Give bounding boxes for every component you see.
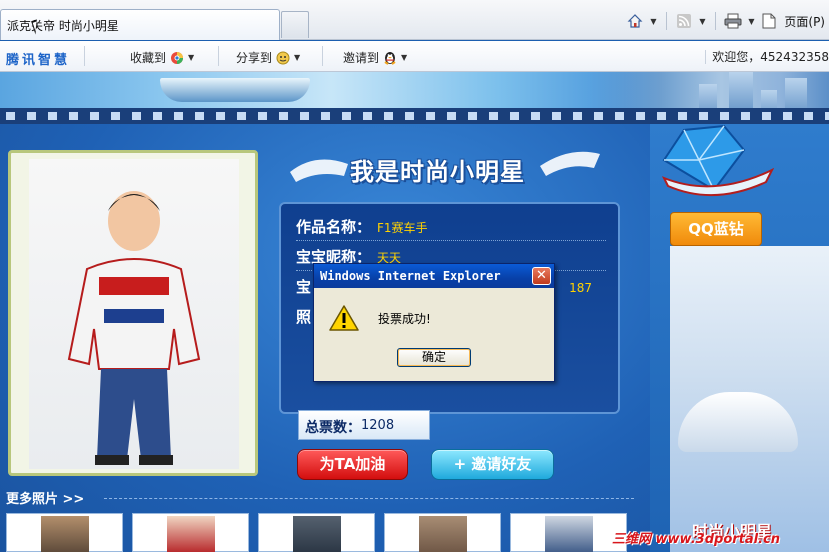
browser-tab-bar: 派克关帝 时尚小明星 ▼ ▼ ▼ 页面(P) xyxy=(0,0,829,40)
dialog-title-bar[interactable]: Windows Internet Explorer ✕ xyxy=(314,264,554,288)
invite-dropdown-icon: ▼ xyxy=(401,53,408,62)
page-icon[interactable] xyxy=(760,12,778,30)
share-to-label: 分享到 xyxy=(236,51,273,65)
blue-diamond-icon xyxy=(661,124,774,197)
invite-friends-button[interactable]: + 邀请好友 xyxy=(431,449,554,480)
home-icon[interactable] xyxy=(626,12,644,30)
section-title: 我是时尚小明星 xyxy=(350,158,525,186)
page-menu-button[interactable]: 页面(P) xyxy=(784,13,825,30)
dialog-title: Windows Internet Explorer xyxy=(320,269,501,283)
welcome-user-text: 欢迎您，452432358 xyxy=(705,50,829,64)
thumbnail-image xyxy=(293,516,341,552)
child-photo[interactable] xyxy=(29,159,239,469)
feeds-icon[interactable] xyxy=(675,12,693,30)
thumbnail-image xyxy=(419,516,467,552)
share-to-button[interactable]: 分享到 ▼ xyxy=(236,49,300,66)
share-service-icon xyxy=(276,51,290,64)
more-photos-divider xyxy=(104,498,634,499)
vote-button[interactable]: 为TA加油 xyxy=(297,449,408,480)
dialog-message: 投票成功! xyxy=(378,312,431,326)
more-photos-link[interactable]: 更多照片 >> xyxy=(6,488,84,507)
thumbnail-image xyxy=(167,516,215,552)
qq-brand-logo[interactable]: 腾讯智慧 xyxy=(6,49,70,68)
collect-dropdown-icon: ▼ xyxy=(188,53,195,62)
new-tab-button[interactable] xyxy=(281,11,309,38)
info-row-3-label: 宝 xyxy=(296,278,312,296)
collect-to-label: 收藏到 xyxy=(130,51,167,65)
child-figure-image xyxy=(67,191,201,465)
command-separator xyxy=(715,12,717,30)
collect-to-button[interactable]: 收藏到 ▼ xyxy=(130,49,194,66)
tab-title: 派克关帝 时尚小明星 xyxy=(7,19,119,33)
photo-thumbnail[interactable] xyxy=(132,513,249,552)
total-votes-value: 1208 xyxy=(361,418,395,433)
boat-image xyxy=(160,78,310,102)
qq-toolbar: 腾讯智慧 收藏到 ▼ 分享到 ▼ 邀请到 ▼ 欢迎您，452432358 xyxy=(0,41,829,72)
invite-to-button[interactable]: 邀请到 ▼ xyxy=(343,49,407,66)
info-row-4-label: 照 xyxy=(296,308,312,326)
work-name-row: 作品名称： F1赛车手 xyxy=(296,216,606,241)
dialog-close-button[interactable]: ✕ xyxy=(532,267,551,285)
home-dropdown-icon[interactable]: ▼ xyxy=(648,17,658,26)
warning-icon xyxy=(329,305,359,331)
qq-penguin-icon xyxy=(384,52,396,65)
photo-thumbnail[interactable] xyxy=(6,513,123,552)
collect-service-icon xyxy=(171,51,184,64)
toolbar-separator xyxy=(218,46,219,66)
dialog-ok-button[interactable]: 确定 xyxy=(397,348,471,367)
thumbnail-image xyxy=(545,516,593,552)
info-row-3-value: 187 xyxy=(569,281,592,295)
work-name-value: F1赛车手 xyxy=(377,221,428,235)
photo-thumbnail[interactable] xyxy=(384,513,501,552)
alert-dialog: Windows Internet Explorer ✕ 投票成功! 确定 xyxy=(313,263,555,382)
toolbar-separator xyxy=(322,46,323,66)
command-separator xyxy=(666,12,668,30)
thumbnail-image xyxy=(41,516,89,552)
work-name-label: 作品名称： xyxy=(296,218,372,236)
photo-thumbnail[interactable] xyxy=(258,513,375,552)
share-dropdown-icon: ▼ xyxy=(294,53,301,62)
photo-thumbnail[interactable] xyxy=(510,513,627,552)
print-dropdown-icon[interactable]: ▼ xyxy=(746,17,756,26)
qq-blue-diamond-badge[interactable]: QQ蓝钻 xyxy=(670,212,762,246)
total-votes-box: 总票数： 1208 xyxy=(298,410,430,440)
photo-frame xyxy=(8,150,258,476)
feeds-dropdown-icon[interactable]: ▼ xyxy=(697,17,707,26)
site-watermark: 三维网 www.3dportal.cn xyxy=(612,532,781,547)
total-votes-label: 总票数： xyxy=(305,420,361,436)
print-icon[interactable] xyxy=(724,12,742,30)
command-bar: ▼ ▼ ▼ 页面(P) xyxy=(626,8,829,34)
invite-to-label: 邀请到 xyxy=(343,51,380,65)
toolbar-separator xyxy=(84,46,85,66)
